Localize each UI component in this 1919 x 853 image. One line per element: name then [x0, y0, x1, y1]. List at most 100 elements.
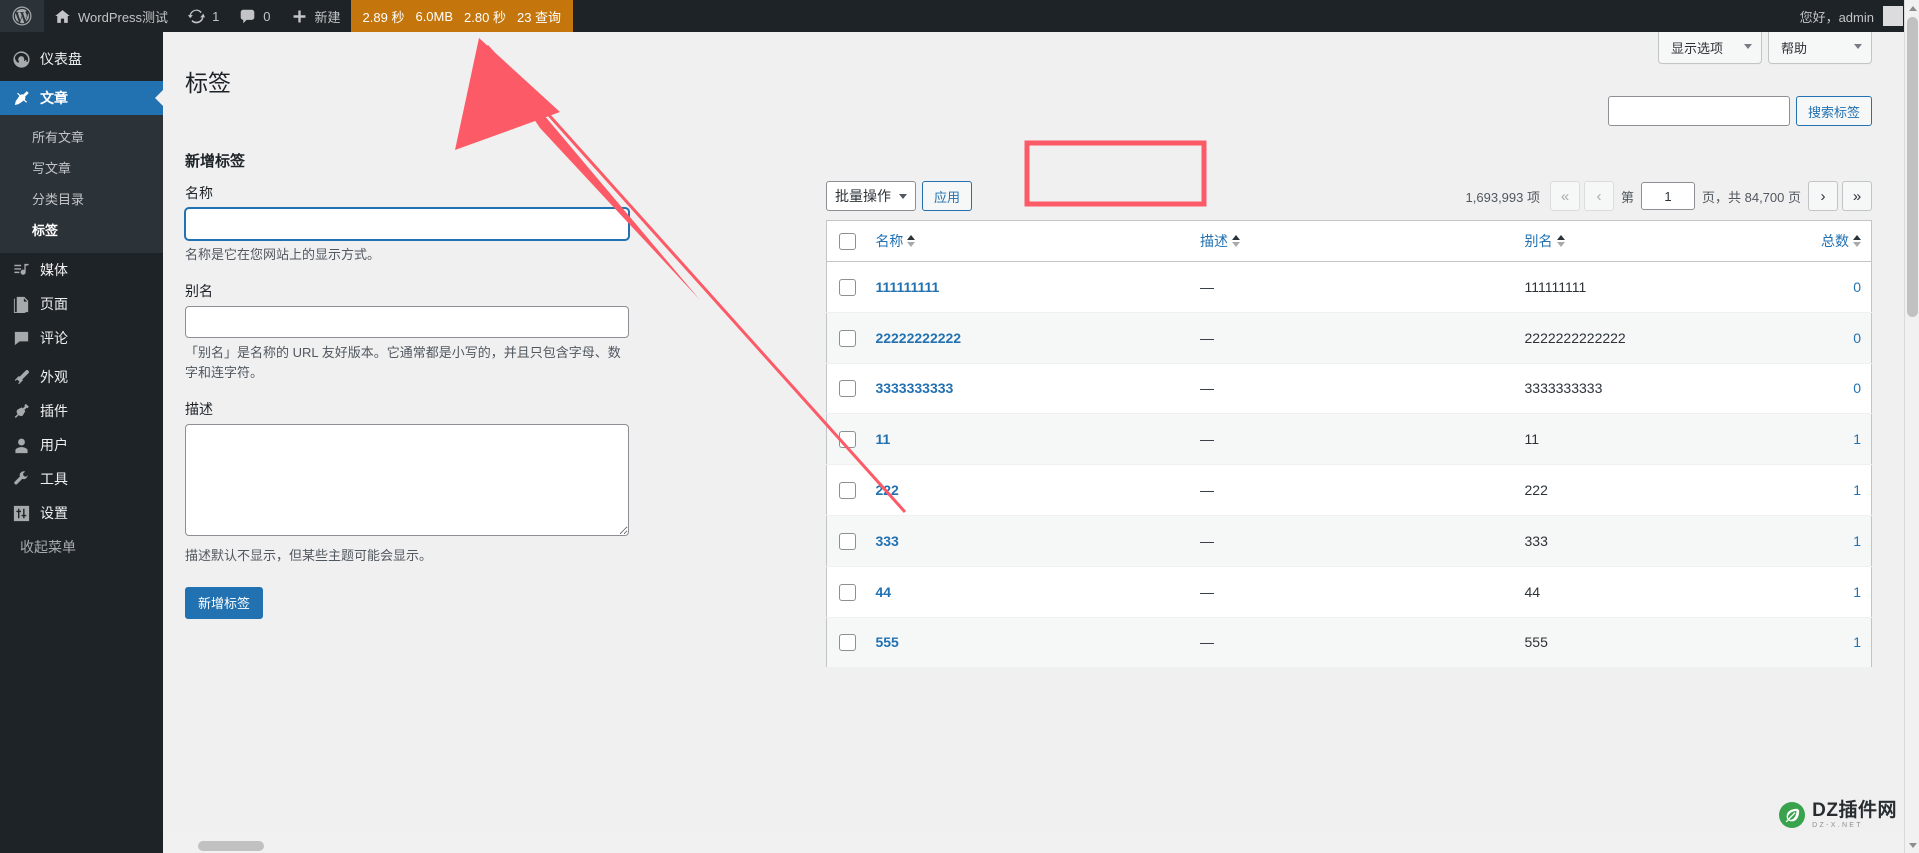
row-count-cell: 1: [1784, 566, 1872, 618]
sidebar-item-pages[interactable]: 页面: [0, 287, 163, 321]
row-select-cell: [826, 261, 866, 313]
my-account-menu[interactable]: 您好，admin: [1790, 6, 1913, 26]
sort-slug[interactable]: 别名: [1525, 231, 1565, 251]
collapse-menu-button[interactable]: 收起菜单: [0, 530, 163, 571]
horizontal-scroll-thumb[interactable]: [198, 841, 264, 851]
last-page-button[interactable]: »: [1842, 181, 1872, 211]
row-select-cell: [826, 363, 866, 415]
submenu-item-all-posts[interactable]: 所有文章: [0, 121, 163, 152]
submenu-item-categories[interactable]: 分类目录: [0, 183, 163, 214]
submenu-item-tags[interactable]: 标签: [0, 214, 163, 245]
collapse-menu-label: 收起菜单: [20, 539, 76, 555]
page-title: 标签: [185, 70, 231, 97]
tag-description-textarea[interactable]: [185, 424, 629, 537]
sidebar-item-dashboard[interactable]: 仪表盘: [0, 42, 163, 76]
tag-name-link[interactable]: 333: [875, 533, 898, 549]
sidebar-label-comments: 评论: [40, 330, 68, 346]
vertical-scrollbar[interactable]: [1904, 0, 1919, 853]
tag-name-link[interactable]: 222: [875, 482, 898, 498]
row-count-cell: 0: [1784, 312, 1872, 364]
row-checkbox[interactable]: [839, 481, 856, 499]
sort-name[interactable]: 名称: [875, 231, 916, 251]
new-content-menu[interactable]: 新建: [281, 0, 351, 32]
apply-bulk-action-button[interactable]: 应用: [922, 181, 973, 211]
column-header-name[interactable]: 名称: [865, 220, 1190, 262]
site-name-menu[interactable]: WordPress测试: [44, 0, 178, 32]
row-name-cell: 22222222222: [865, 312, 1190, 364]
tag-count-link[interactable]: 1: [1853, 634, 1861, 650]
row-checkbox[interactable]: [839, 329, 856, 347]
sort-count[interactable]: 总数: [1821, 231, 1861, 251]
performance-badge[interactable]: 2.89 秒 6.0MB 2.80 秒 23 查询: [350, 0, 574, 32]
sidebar-item-plugins[interactable]: 插件: [0, 394, 163, 428]
sort-description[interactable]: 描述: [1200, 231, 1240, 251]
wordpress-logo-icon: [12, 6, 32, 26]
tag-count-link[interactable]: 0: [1853, 279, 1861, 295]
bulk-action-select[interactable]: 批量操作: [826, 181, 916, 211]
sidebar-item-tools[interactable]: 工具: [0, 462, 163, 496]
sidebar-label-posts: 文章: [40, 90, 68, 106]
row-checkbox[interactable]: [839, 634, 856, 652]
sidebar-item-appearance[interactable]: 外观: [0, 360, 163, 394]
tag-name-link[interactable]: 3333333333: [875, 380, 953, 396]
sidebar-label-tools: 工具: [40, 471, 68, 487]
wordpress-logo-button[interactable]: [0, 0, 44, 32]
sidebar-item-settings[interactable]: 设置: [0, 496, 163, 530]
tag-name-link[interactable]: 11: [875, 431, 890, 447]
prev-page-button[interactable]: ‹: [1583, 181, 1614, 211]
select-all-checkbox[interactable]: [839, 232, 856, 250]
sidebar-label-dashboard: 仪表盘: [40, 51, 82, 67]
horizontal-scrollbar[interactable]: [163, 839, 1904, 853]
add-new-tag-button[interactable]: 新增标签: [185, 586, 264, 619]
comments-menu[interactable]: 0: [229, 0, 280, 32]
search-input[interactable]: [1607, 96, 1790, 126]
tag-count-link[interactable]: 1: [1853, 584, 1861, 600]
comment-bubble-icon: [240, 9, 255, 23]
tag-name-link[interactable]: 555: [875, 634, 898, 650]
tag-name-link[interactable]: 44: [875, 584, 891, 600]
column-label-count: 总数: [1821, 233, 1849, 249]
row-slug-cell: 11: [1514, 413, 1785, 466]
scroll-up-arrow-icon[interactable]: [1905, 0, 1919, 16]
tag-name-link[interactable]: 22222222222: [875, 330, 961, 346]
watermark-sub: DZ-X.NET: [1812, 822, 1863, 829]
tag-count-link[interactable]: 0: [1853, 380, 1861, 396]
row-description-cell: —: [1189, 617, 1515, 669]
updates-menu[interactable]: 1: [178, 0, 229, 32]
row-checkbox[interactable]: [839, 278, 856, 296]
tag-count-link[interactable]: 1: [1853, 482, 1861, 498]
scroll-down-arrow-icon[interactable]: [1905, 837, 1919, 853]
screen-options-button[interactable]: 显示选项: [1658, 32, 1762, 64]
help-button[interactable]: 帮助: [1768, 32, 1872, 64]
sidebar-item-posts[interactable]: 文章: [0, 81, 163, 115]
first-page-button[interactable]: «: [1549, 181, 1580, 211]
tags-list-panel: 批量操作 应用 1,693,993 项 « ‹ 第 页，共 84,700 页 ›…: [826, 180, 1872, 669]
row-checkbox[interactable]: [839, 532, 856, 550]
appearance-brush-icon: [11, 367, 31, 387]
admin-bar: WordPress测试 1 0 新建 2.89 秒 6.0MB 2.80 秒 2…: [0, 0, 1919, 32]
current-page-input[interactable]: [1641, 182, 1695, 210]
next-page-button[interactable]: ›: [1808, 181, 1838, 211]
tag-slug-input[interactable]: [185, 306, 629, 339]
sidebar-top-spacer: [0, 32, 163, 42]
tag-name-input[interactable]: [185, 208, 629, 240]
sidebar-item-comments[interactable]: 评论: [0, 321, 163, 355]
column-header-count[interactable]: 总数: [1784, 220, 1872, 262]
submenu-item-new-post[interactable]: 写文章: [0, 152, 163, 183]
tag-count-link[interactable]: 1: [1853, 533, 1861, 549]
row-checkbox[interactable]: [839, 431, 856, 449]
sidebar-item-users[interactable]: 用户: [0, 428, 163, 462]
row-checkbox[interactable]: [839, 380, 856, 398]
column-header-slug[interactable]: 别名: [1514, 220, 1785, 262]
sidebar-label-media: 媒体: [40, 262, 68, 278]
row-name-cell: 11: [865, 413, 1190, 466]
tag-count-link[interactable]: 1: [1853, 431, 1861, 447]
row-checkbox[interactable]: [839, 583, 856, 601]
tag-name-link[interactable]: 111111111: [875, 279, 939, 295]
watermark-text: DZ插件网 DZ-X.NET: [1812, 801, 1897, 829]
tag-count-link[interactable]: 0: [1853, 330, 1861, 346]
column-header-description[interactable]: 描述: [1189, 220, 1515, 262]
search-tags-button[interactable]: 搜索标签: [1795, 96, 1872, 126]
sidebar-item-media[interactable]: 媒体: [0, 253, 163, 287]
vertical-scroll-thumb[interactable]: [1907, 17, 1918, 317]
